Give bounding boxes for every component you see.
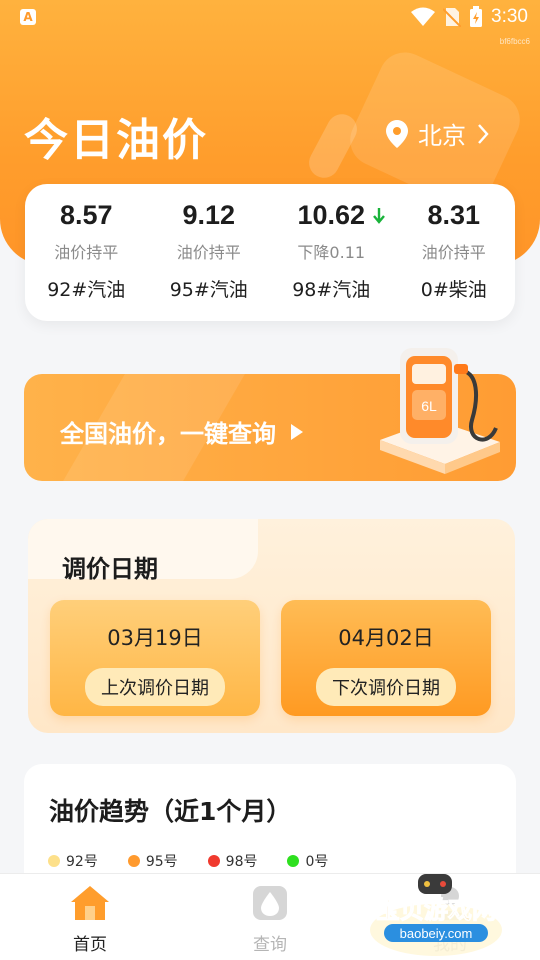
fuel-name: 98#汽油 [292, 279, 371, 301]
app-badge-icon: A [20, 9, 36, 25]
drop-icon [253, 886, 287, 920]
gamepad-icon [418, 874, 452, 894]
price-card: 8.57 油价持平 92#汽油 9.12 油价持平 95#汽油 10.62 下降… [25, 184, 515, 321]
no-sim-icon [443, 8, 462, 27]
watermark-title: 宝贝游戏网 [376, 896, 496, 924]
fuel-name: 95#汽油 [169, 279, 248, 301]
nav-query[interactable]: 查询 [180, 874, 360, 960]
city-selector[interactable]: 北京 [386, 116, 490, 151]
status-icons: 3:30 [411, 6, 528, 28]
legend-label: 92号 [66, 854, 98, 870]
price-value: 8.31 [427, 200, 481, 230]
city-name: 北京 [418, 122, 466, 150]
battery-charging-icon [470, 6, 483, 27]
national-price-banner[interactable]: 全国油价，一键查询 6L [24, 348, 516, 481]
price-item-0[interactable]: 8.31 油价持平 0#柴油 [393, 184, 516, 321]
arrow-down-icon [373, 208, 385, 224]
fuel-name: 92#汽油 [47, 279, 126, 301]
pump-label: 6L [421, 398, 437, 414]
adjust-title: 调价日期 [62, 555, 158, 583]
adjust-date-card: 调价日期 03月19日 上次调价日期 04月02日 下次调价日期 [28, 519, 515, 733]
nav-home-label: 首页 [73, 935, 107, 955]
price-change: 油价持平 [54, 243, 119, 262]
last-adjust-label: 上次调价日期 [85, 668, 225, 706]
legend-item-98[interactable]: 98号 [207, 851, 258, 871]
legend-dot [127, 855, 140, 867]
next-adjust-box: 04月02日 下次调价日期 [281, 600, 491, 716]
chevron-right-icon [478, 123, 489, 144]
price-item-92[interactable]: 8.57 油价持平 92#汽油 [25, 184, 148, 321]
site-watermark: 宝贝游戏网 baobeiy.com [370, 874, 502, 956]
banner-label: 全国油价，一键查询 [60, 420, 276, 448]
price-value: 8.57 [59, 200, 113, 230]
legend-dot [287, 855, 300, 867]
legend-item-95[interactable]: 95号 [127, 851, 178, 871]
legend-dot [207, 855, 220, 867]
fuel-name: 0#柴油 [420, 279, 487, 301]
legend-item-92[interactable]: 92号 [48, 851, 98, 871]
watermark-url: baobeiy.com [400, 926, 473, 941]
play-arrow-icon [291, 423, 303, 440]
legend-label: 98号 [225, 854, 258, 870]
device-id: bf6fbcc6 [499, 37, 530, 46]
nav-home[interactable]: 首页 [0, 874, 180, 960]
location-pin-icon [386, 119, 408, 148]
price-item-95[interactable]: 9.12 油价持平 95#汽油 [148, 184, 271, 321]
price-item-98[interactable]: 10.62 下降0.11 98#汽油 [270, 184, 393, 321]
next-adjust-label: 下次调价日期 [316, 668, 456, 706]
page-title: 今日油价 [24, 115, 208, 166]
home-icon [71, 886, 109, 920]
nav-query-label: 查询 [253, 935, 287, 955]
banner-label-row: 全国油价，一键查询 [60, 414, 304, 449]
trend-title: 油价趋势（近1个月） [49, 797, 292, 826]
price-value: 9.12 [182, 200, 236, 230]
wifi-icon [411, 7, 436, 26]
price-change: 油价持平 [176, 243, 241, 262]
last-adjust-box: 03月19日 上次调价日期 [50, 600, 260, 716]
fuel-pump-icon: 6L [380, 348, 500, 474]
legend-label: 95号 [145, 854, 178, 870]
next-adjust-date: 04月02日 [338, 626, 434, 650]
last-adjust-date: 03月19日 [107, 626, 203, 650]
price-change: 油价持平 [421, 243, 486, 262]
price-change: 下降0.11 [297, 243, 366, 262]
legend-dot [48, 855, 60, 867]
legend-label: 0号 [305, 854, 329, 870]
status-bar: A 3:30 [0, 0, 540, 36]
legend-item-0[interactable]: 0号 [287, 851, 328, 871]
trend-legend: 92号 95号 98号 0号 [48, 851, 328, 871]
status-time: 3:30 [491, 6, 528, 27]
